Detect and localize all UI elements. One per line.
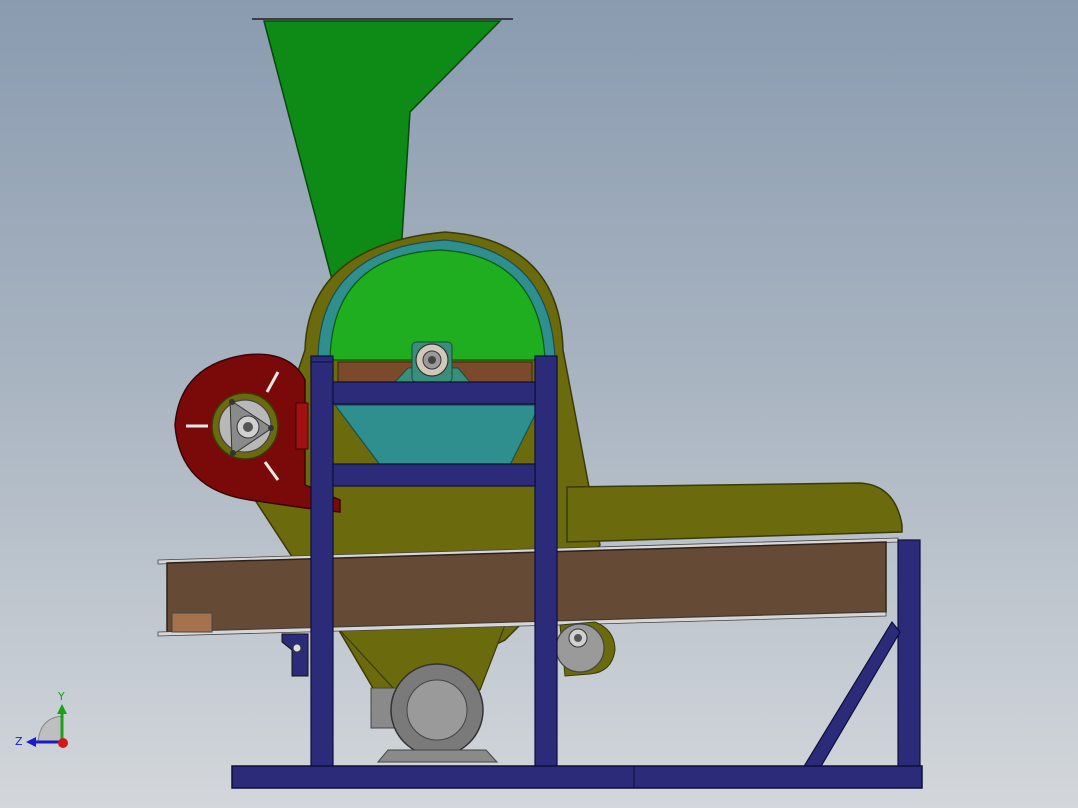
- orientation-triad[interactable]: Y Z: [0, 0, 1078, 808]
- triad-arc: [37, 715, 63, 743]
- y-axis-head: [57, 704, 67, 714]
- z-axis-head: [26, 737, 36, 747]
- y-axis-label: Y: [57, 690, 65, 703]
- cad-viewport[interactable]: Y Z: [0, 0, 1078, 808]
- z-axis-label: Z: [15, 735, 23, 748]
- x-axis-dot: [58, 738, 68, 748]
